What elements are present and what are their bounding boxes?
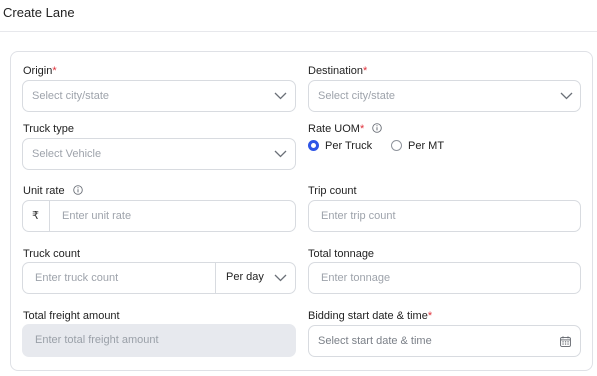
origin-placeholder: Select city/state	[32, 90, 110, 102]
origin-label: Origin*	[23, 65, 57, 77]
total-freight-label: Total freight amount	[23, 310, 120, 322]
bidding-start-datetime-picker[interactable]: Select start date & time	[308, 325, 581, 357]
total-tonnage-label: Total tonnage	[308, 248, 375, 260]
truck-type-select[interactable]: Select Vehicle	[22, 138, 296, 170]
rupee-currency-prefix: ₹	[32, 210, 39, 222]
rate-uom-per-truck-option[interactable]: Per Truck	[308, 140, 372, 152]
truck-count-unit-value: Per day	[226, 271, 264, 283]
rate-uom-label-text: Rate UOM	[308, 123, 360, 135]
origin-select[interactable]: Select city/state	[22, 80, 296, 112]
trip-count-input[interactable]: Enter trip count	[308, 200, 581, 232]
page-title: Create Lane	[3, 5, 75, 20]
per-truck-radio[interactable]	[308, 140, 319, 151]
bidding-start-required-mark: *	[427, 310, 433, 322]
create-lane-form: Origin* Select city/state Destination* S…	[10, 51, 593, 371]
truck-count-input[interactable]: Enter truck count Per day	[22, 262, 296, 294]
chevron-down-icon	[274, 92, 287, 100]
prefix-divider	[49, 201, 50, 231]
origin-required-mark: *	[52, 65, 57, 77]
info-icon[interactable]	[72, 185, 83, 195]
destination-label-text: Destination	[308, 65, 364, 77]
info-icon[interactable]	[372, 123, 383, 133]
total-freight-input: Enter total freight amount	[22, 324, 296, 357]
bidding-start-label: Bidding start date & time*	[308, 310, 432, 322]
total-tonnage-placeholder: Enter tonnage	[321, 272, 391, 284]
total-freight-placeholder: Enter total freight amount	[35, 334, 159, 346]
trip-count-label: Trip count	[308, 185, 357, 197]
destination-placeholder: Select city/state	[318, 90, 396, 102]
unit-rate-label-text: Unit rate	[23, 185, 65, 197]
destination-label: Destination*	[308, 65, 367, 77]
unit-rate-placeholder: Enter unit rate	[62, 210, 132, 222]
calendar-icon[interactable]	[560, 336, 571, 347]
truck-count-label: Truck count	[23, 248, 81, 260]
trip-count-placeholder: Enter trip count	[321, 210, 396, 222]
total-tonnage-input[interactable]: Enter tonnage	[308, 262, 581, 294]
per-mt-label: Per MT	[408, 140, 445, 152]
truck-count-unit-select[interactable]: Per day	[216, 263, 295, 293]
origin-label-text: Origin	[23, 65, 53, 77]
per-truck-label: Per Truck	[325, 140, 373, 152]
destination-required-mark: *	[363, 65, 368, 77]
bidding-start-label-text: Bidding start date & time	[308, 310, 428, 322]
unit-rate-label: Unit rate	[23, 185, 83, 197]
unit-rate-input[interactable]: ₹ Enter unit rate	[22, 200, 296, 232]
chevron-down-icon	[274, 274, 287, 282]
title-divider	[0, 31, 597, 32]
chevron-down-icon	[560, 92, 573, 100]
per-mt-radio[interactable]	[391, 140, 402, 151]
chevron-down-icon	[274, 150, 287, 158]
bidding-start-placeholder: Select start date & time	[318, 335, 432, 347]
truck-type-label: Truck type	[23, 123, 74, 135]
destination-select[interactable]: Select city/state	[308, 80, 581, 112]
truck-type-placeholder: Select Vehicle	[32, 148, 102, 160]
rate-uom-required-mark: *	[359, 123, 365, 135]
rate-uom-per-mt-option[interactable]: Per MT	[391, 140, 444, 152]
rate-uom-label: Rate UOM*	[308, 123, 383, 135]
truck-count-placeholder: Enter truck count	[35, 272, 119, 284]
